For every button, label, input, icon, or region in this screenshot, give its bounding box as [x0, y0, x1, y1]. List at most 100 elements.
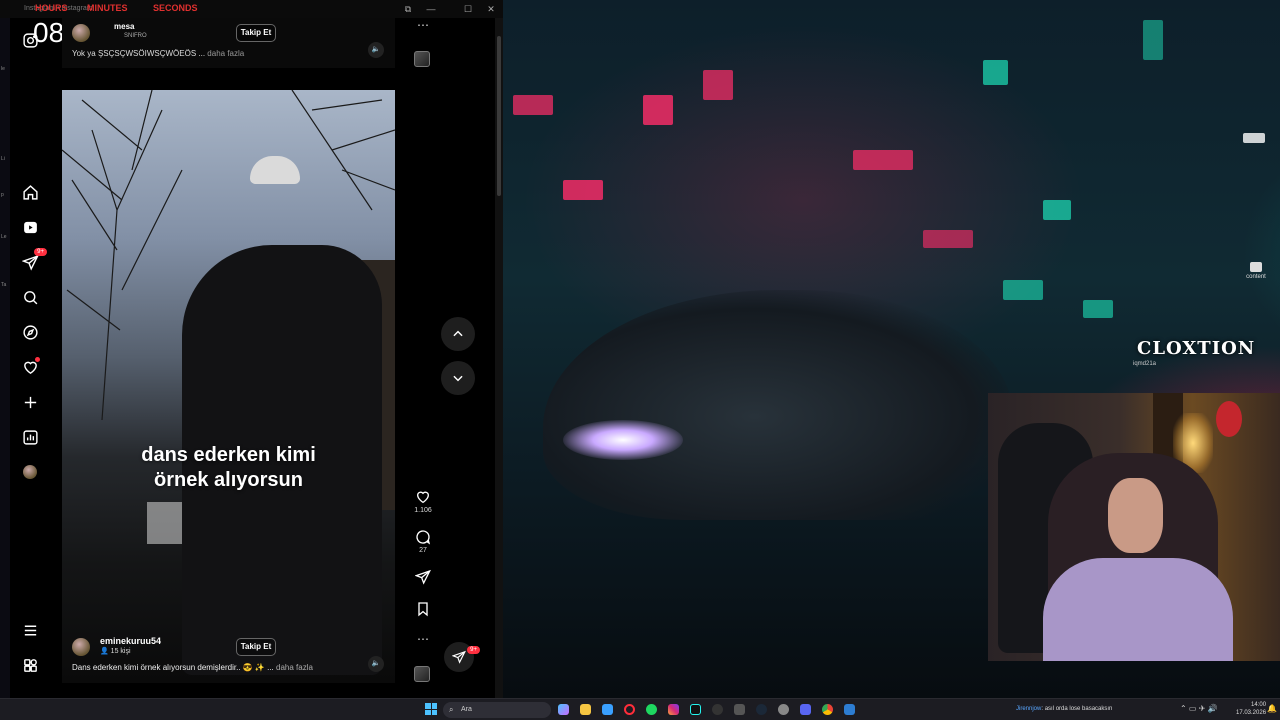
- audio-thumb[interactable]: [414, 666, 430, 682]
- settings-icon[interactable]: [778, 704, 789, 715]
- chevron-up-icon: [453, 330, 463, 337]
- author-name[interactable]: eminekuruu54: [100, 636, 161, 646]
- start-button[interactable]: [425, 703, 437, 715]
- reel-overlay-line2: örnek alıyorsun: [154, 469, 303, 491]
- close-button[interactable]: ✕: [485, 3, 497, 15]
- taskbar-clock[interactable]: 14:00 17.03.2026: [1236, 701, 1266, 717]
- author-avatar[interactable]: [72, 638, 90, 656]
- car-headlight: [563, 420, 683, 460]
- reel-video[interactable]: dans ederken kimi örnek alıyorsun eminek…: [62, 90, 395, 683]
- instagram-taskbar-icon[interactable]: [668, 704, 679, 715]
- tiktok-icon[interactable]: [690, 704, 701, 715]
- neon-sign: [1003, 280, 1043, 300]
- copilot-icon[interactable]: [558, 704, 569, 715]
- chevron-down-icon: [453, 375, 463, 382]
- balloon: [1216, 401, 1242, 437]
- stream-brand-sub: iqmd21a: [1133, 361, 1157, 367]
- obs-icon[interactable]: [712, 704, 723, 715]
- notification-dot: [35, 357, 40, 362]
- prev-author-name[interactable]: mesa: [114, 22, 134, 31]
- comment-button[interactable]: 27: [408, 529, 438, 554]
- messages-badge: 9+: [467, 646, 480, 654]
- more-options-button[interactable]: ⋯: [408, 632, 438, 646]
- photos-icon[interactable]: [602, 704, 613, 715]
- chat-ticker: Jirennjow: asıl orda lose basacaksın: [1016, 706, 1112, 712]
- streamer-face: [1108, 478, 1163, 553]
- prev-more-link[interactable]: daha fazla: [207, 49, 244, 58]
- comment-count: 27: [419, 547, 427, 554]
- game-icon[interactable]: [734, 704, 745, 715]
- screen: content CLOXTION iqmd21a Instagram • Ins…: [0, 0, 1280, 720]
- taskbar-search-placeholder: Ara: [461, 706, 472, 713]
- scrollbar-thumb[interactable]: [497, 36, 501, 196]
- neon-sign: [513, 95, 553, 115]
- reel-overlay-line1: dans ederken kimi: [141, 444, 316, 466]
- opera-icon[interactable]: [624, 704, 635, 715]
- send-icon: [452, 650, 466, 664]
- prev-caption-text: Yok ya ŞSÇSÇWSÖIWSÇWÖEÖS ...: [72, 49, 206, 58]
- file-explorer-icon[interactable]: [580, 704, 591, 715]
- direct-messages-icon[interactable]: 9+: [20, 248, 47, 272]
- previous-reel-button[interactable]: [441, 317, 475, 351]
- reel-more-link[interactable]: daha fazla: [276, 663, 313, 672]
- search-icon: ⌕: [449, 705, 454, 714]
- content-badge: content: [1244, 262, 1268, 280]
- neon-sign: [1043, 200, 1071, 220]
- minimize-button[interactable]: —: [425, 3, 437, 15]
- prev-mute-button[interactable]: 🔈: [368, 42, 384, 58]
- clock-date: 17.03.2026: [1236, 710, 1267, 716]
- neon-sign: [1243, 133, 1265, 143]
- prev-follow-button[interactable]: Takip Et: [236, 24, 276, 42]
- explore-icon[interactable]: [20, 322, 40, 342]
- steam-icon[interactable]: [756, 704, 767, 715]
- instagram-logo-icon[interactable]: [20, 30, 40, 50]
- menu-icon[interactable]: [20, 620, 40, 640]
- tagged-people[interactable]: 👤 15 kişi: [100, 647, 131, 655]
- taskbar-search[interactable]: ⌕ Ara: [443, 702, 551, 718]
- notifications-heart-icon[interactable]: [20, 357, 40, 377]
- tray-icons[interactable]: ⌃ ▭ ✈ 🔊: [1180, 704, 1218, 713]
- more-window-icon[interactable]: ⧉: [402, 3, 414, 15]
- ticker-text: : asıl orda lose basacaksın: [1041, 706, 1113, 712]
- app-icon[interactable]: [844, 704, 855, 715]
- next-reel-button[interactable]: [441, 361, 475, 395]
- notification-bell-icon[interactable]: 🔔: [1267, 704, 1277, 713]
- neon-sign: [1143, 20, 1163, 60]
- neon-sign: [1083, 300, 1113, 318]
- spotify-icon[interactable]: [646, 704, 657, 715]
- prev-more-options[interactable]: ⋯: [408, 18, 438, 32]
- neon-sign: [703, 70, 733, 100]
- reels-icon[interactable]: [20, 217, 40, 237]
- discord-icon[interactable]: [800, 704, 811, 715]
- dashboard-icon[interactable]: [20, 427, 40, 447]
- bookmark-icon: [418, 602, 428, 617]
- create-plus-icon[interactable]: [20, 392, 40, 412]
- mute-button[interactable]: 🔈: [368, 656, 384, 672]
- prev-audio-thumb[interactable]: [414, 51, 430, 67]
- window-scrollbar[interactable]: [495, 18, 503, 698]
- follow-button[interactable]: Takip Et: [236, 638, 276, 656]
- clock-time: 14:00: [1251, 702, 1267, 708]
- neon-sign: [853, 150, 913, 170]
- prev-author-avatar[interactable]: [72, 24, 90, 42]
- reel-caption-text: Dans ederken kimi örnek alıyorsun demişl…: [72, 663, 274, 672]
- like-button[interactable]: 1.106: [408, 489, 438, 514]
- chrome-icon[interactable]: [822, 704, 833, 715]
- content-icon: [1250, 262, 1262, 272]
- comment-icon: [416, 530, 431, 545]
- profile-avatar[interactable]: [20, 462, 40, 482]
- more-apps-icon[interactable]: [20, 655, 40, 675]
- instagram-sidebar: 9+: [0, 18, 60, 698]
- maximize-button[interactable]: ☐: [462, 3, 474, 15]
- webcam-feed: [988, 393, 1280, 661]
- windows-taskbar: ⌕ Ara Jirennjow: asıl orda lose basacaks…: [0, 698, 1280, 720]
- home-icon[interactable]: [20, 182, 40, 202]
- reel-caption: Dans ederken kimi örnek alıyorsun demişl…: [72, 663, 313, 672]
- timer-seconds-label: SECONDS: [153, 3, 198, 13]
- save-button[interactable]: [408, 601, 438, 619]
- prev-author-sub: SNIFRO: [124, 33, 147, 39]
- share-button[interactable]: [408, 569, 438, 587]
- search-icon[interactable]: [20, 287, 40, 307]
- window-titlebar: Instagram • Instagram ⧉ — ☐ ✕: [0, 0, 503, 18]
- messages-float-button[interactable]: 9+: [444, 642, 480, 672]
